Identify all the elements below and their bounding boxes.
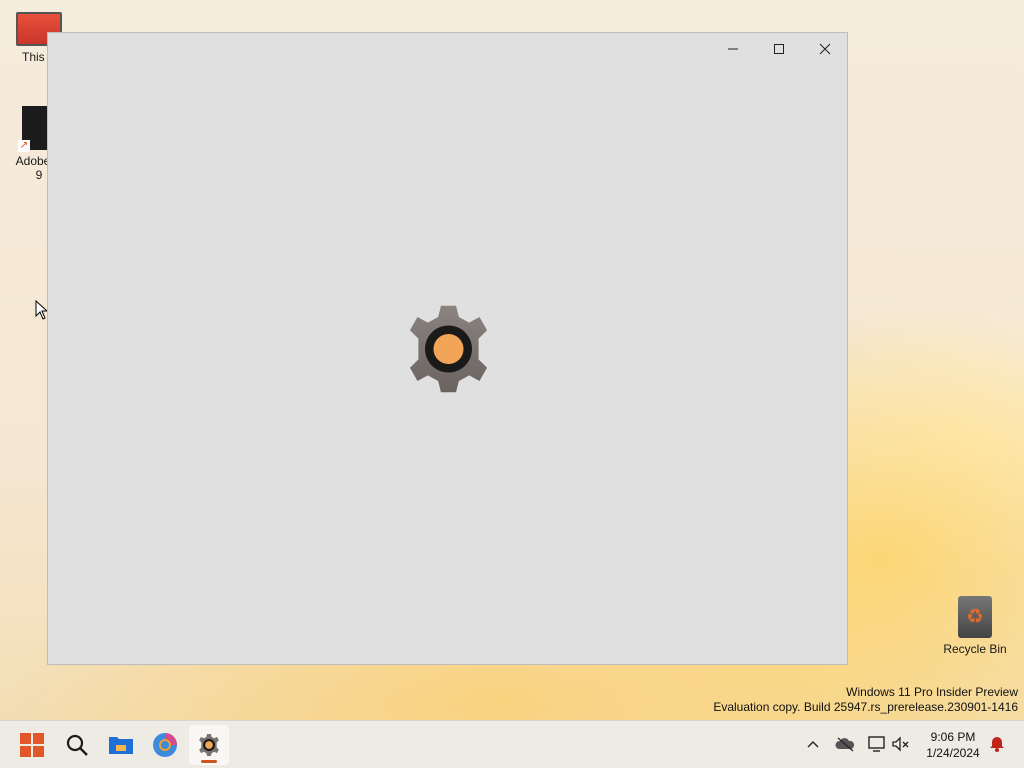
- maximize-button[interactable]: [756, 33, 802, 65]
- close-button[interactable]: [802, 33, 848, 65]
- settings-taskbar-button[interactable]: [189, 725, 229, 765]
- clock-time: 9:06 PM: [930, 730, 976, 744]
- settings-splash-gear-icon: [409, 305, 488, 393]
- notifications-button[interactable]: [986, 733, 1008, 755]
- taskbar-clock[interactable]: 9:06 PM 1/24/2024: [918, 729, 988, 761]
- active-app-indicator: [201, 760, 217, 763]
- desktop-icon-recycle-bin[interactable]: Recycle Bin: [940, 596, 1010, 656]
- network-tray-button[interactable]: [866, 733, 888, 755]
- watermark-line-1: Windows 11 Pro Insider Preview: [846, 685, 1018, 699]
- taskbar: 9:06 PM 1/24/2024: [0, 720, 1024, 768]
- file-explorer-button[interactable]: [101, 725, 141, 765]
- network-icon: [868, 736, 885, 752]
- settings-app-window[interactable]: [47, 32, 848, 665]
- bell-icon: [990, 737, 1004, 752]
- windows-watermark: Windows 11 Pro Insider Preview Evaluatio…: [713, 685, 1018, 715]
- shortcut-arrow-icon: ↗: [18, 140, 30, 152]
- onedrive-tray-button[interactable]: [834, 733, 856, 755]
- watermark-line-2: Evaluation copy. Build 25947.rs_prerelea…: [713, 700, 1018, 714]
- gear-icon: [199, 733, 219, 757]
- show-hidden-icons-button[interactable]: [802, 733, 824, 755]
- windows-logo-icon: [20, 733, 44, 757]
- search-icon: [66, 734, 88, 756]
- folder-icon: [109, 737, 133, 754]
- recycle-bin-icon: [958, 596, 992, 638]
- recycle-bin-label: Recycle Bin: [943, 642, 1007, 656]
- volume-tray-button[interactable]: [890, 733, 912, 755]
- clock-date: 1/24/2024: [926, 746, 980, 760]
- maximize-icon: [774, 44, 784, 54]
- browser-icon: [153, 733, 177, 757]
- search-button[interactable]: [57, 725, 97, 765]
- browser-button[interactable]: [145, 725, 185, 765]
- start-button[interactable]: [12, 725, 52, 765]
- close-icon: [819, 43, 831, 55]
- minimize-button[interactable]: [710, 33, 756, 65]
- volume-muted-icon: [892, 736, 909, 752]
- minimize-icon: [728, 48, 738, 50]
- chevron-up-icon: [807, 741, 819, 748]
- cloud-offline-icon: [835, 737, 855, 752]
